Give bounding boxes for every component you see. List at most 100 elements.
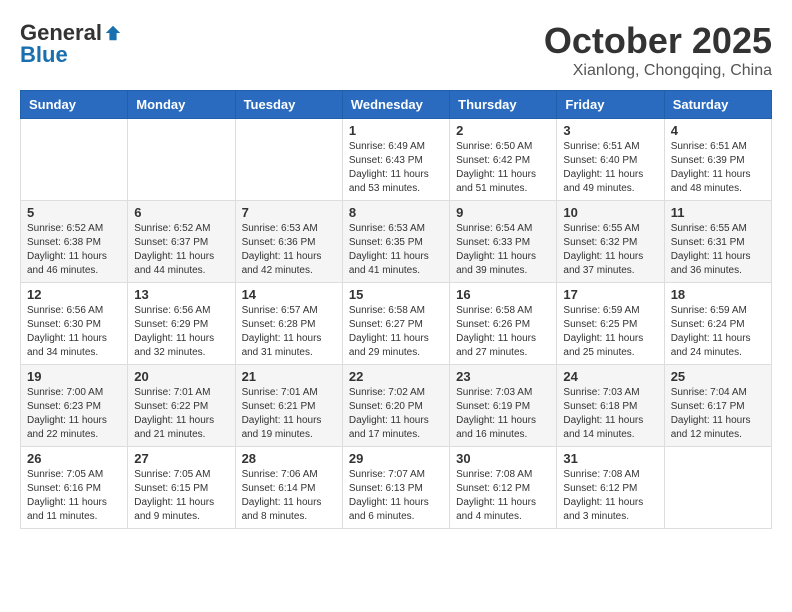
weekday-header-cell: Thursday: [450, 91, 557, 119]
day-info: Sunrise: 7:01 AM Sunset: 6:21 PM Dayligh…: [242, 386, 336, 442]
calendar-day-cell: 24 Sunrise: 7:03 AM Sunset: 6:18 PM Dayli…: [557, 365, 664, 447]
weekday-header-cell: Friday: [557, 91, 664, 119]
calendar-body: 1 Sunrise: 6:49 AM Sunset: 6:43 PM Daylig…: [21, 119, 772, 529]
day-info: Sunrise: 6:51 AM Sunset: 6:40 PM Dayligh…: [563, 140, 657, 196]
day-info: Sunrise: 6:59 AM Sunset: 6:24 PM Dayligh…: [671, 304, 765, 360]
day-number: 31: [563, 451, 657, 466]
day-info: Sunrise: 6:53 AM Sunset: 6:36 PM Dayligh…: [242, 222, 336, 278]
day-info: Sunrise: 6:56 AM Sunset: 6:30 PM Dayligh…: [27, 304, 121, 360]
day-info: Sunrise: 7:03 AM Sunset: 6:18 PM Dayligh…: [563, 386, 657, 442]
day-info: Sunrise: 6:57 AM Sunset: 6:28 PM Dayligh…: [242, 304, 336, 360]
day-number: 4: [671, 123, 765, 138]
day-info: Sunrise: 6:58 AM Sunset: 6:27 PM Dayligh…: [349, 304, 443, 360]
calendar-day-cell: 5Sunrise: 6:52 AM Sunset: 6:38 PM Daylig…: [21, 201, 128, 283]
calendar-day-cell: 17 Sunrise: 6:59 AM Sunset: 6:25 PM Dayli…: [557, 283, 664, 365]
day-number: 3: [563, 123, 657, 138]
calendar-day-cell: 20Sunrise: 7:01 AM Sunset: 6:22 PM Dayli…: [128, 365, 235, 447]
day-info: Sunrise: 6:59 AM Sunset: 6:25 PM Dayligh…: [563, 304, 657, 360]
day-info: Sunrise: 7:05 AM Sunset: 6:16 PM Dayligh…: [27, 468, 121, 524]
calendar-day-cell: 7 Sunrise: 6:53 AM Sunset: 6:36 PM Daylig…: [235, 201, 342, 283]
day-info: Sunrise: 6:55 AM Sunset: 6:31 PM Dayligh…: [671, 222, 765, 278]
day-info: Sunrise: 7:08 AM Sunset: 6:12 PM Dayligh…: [456, 468, 550, 524]
calendar-day-cell: [235, 119, 342, 201]
day-info: Sunrise: 7:04 AM Sunset: 6:17 PM Dayligh…: [671, 386, 765, 442]
day-number: 20: [134, 369, 228, 384]
calendar-day-cell: 28 Sunrise: 7:06 AM Sunset: 6:14 PM Dayli…: [235, 447, 342, 529]
calendar-day-cell: 23 Sunrise: 7:03 AM Sunset: 6:19 PM Dayli…: [450, 365, 557, 447]
day-number: 7: [242, 205, 336, 220]
day-info: Sunrise: 6:58 AM Sunset: 6:26 PM Dayligh…: [456, 304, 550, 360]
calendar-day-cell: 15Sunrise: 6:58 AM Sunset: 6:27 PM Dayli…: [342, 283, 449, 365]
day-number: 28: [242, 451, 336, 466]
day-number: 1: [349, 123, 443, 138]
weekday-header-cell: Monday: [128, 91, 235, 119]
day-info: Sunrise: 6:50 AM Sunset: 6:42 PM Dayligh…: [456, 140, 550, 196]
calendar-day-cell: 21 Sunrise: 7:01 AM Sunset: 6:21 PM Dayli…: [235, 365, 342, 447]
day-number: 21: [242, 369, 336, 384]
day-info: Sunrise: 6:55 AM Sunset: 6:32 PM Dayligh…: [563, 222, 657, 278]
day-number: 24: [563, 369, 657, 384]
calendar-day-cell: 3 Sunrise: 6:51 AM Sunset: 6:40 PM Daylig…: [557, 119, 664, 201]
day-number: 8: [349, 205, 443, 220]
day-info: Sunrise: 6:52 AM Sunset: 6:38 PM Dayligh…: [27, 222, 121, 278]
day-number: 9: [456, 205, 550, 220]
logo-blue-text: Blue: [20, 42, 68, 68]
day-info: Sunrise: 7:05 AM Sunset: 6:15 PM Dayligh…: [134, 468, 228, 524]
calendar-week-row: 19Sunrise: 7:00 AM Sunset: 6:23 PM Dayli…: [21, 365, 772, 447]
calendar-week-row: 5Sunrise: 6:52 AM Sunset: 6:38 PM Daylig…: [21, 201, 772, 283]
calendar-day-cell: [128, 119, 235, 201]
calendar-day-cell: 19Sunrise: 7:00 AM Sunset: 6:23 PM Dayli…: [21, 365, 128, 447]
weekday-header-row: SundayMondayTuesdayWednesdayThursdayFrid…: [21, 91, 772, 119]
month-title: October 2025: [544, 20, 772, 62]
day-info: Sunrise: 7:07 AM Sunset: 6:13 PM Dayligh…: [349, 468, 443, 524]
calendar-day-cell: 10 Sunrise: 6:55 AM Sunset: 6:32 PM Dayli…: [557, 201, 664, 283]
calendar-day-cell: 9 Sunrise: 6:54 AM Sunset: 6:33 PM Daylig…: [450, 201, 557, 283]
calendar-day-cell: 18Sunrise: 6:59 AM Sunset: 6:24 PM Dayli…: [664, 283, 771, 365]
calendar-table: SundayMondayTuesdayWednesdayThursdayFrid…: [20, 90, 772, 529]
calendar-day-cell: 2Sunrise: 6:50 AM Sunset: 6:42 PM Daylig…: [450, 119, 557, 201]
day-info: Sunrise: 7:03 AM Sunset: 6:19 PM Dayligh…: [456, 386, 550, 442]
day-info: Sunrise: 6:56 AM Sunset: 6:29 PM Dayligh…: [134, 304, 228, 360]
calendar-day-cell: 4 Sunrise: 6:51 AM Sunset: 6:39 PM Daylig…: [664, 119, 771, 201]
day-info: Sunrise: 7:08 AM Sunset: 6:12 PM Dayligh…: [563, 468, 657, 524]
day-number: 6: [134, 205, 228, 220]
day-info: Sunrise: 6:54 AM Sunset: 6:33 PM Dayligh…: [456, 222, 550, 278]
day-number: 27: [134, 451, 228, 466]
calendar-week-row: 12 Sunrise: 6:56 AM Sunset: 6:30 PM Dayli…: [21, 283, 772, 365]
day-number: 10: [563, 205, 657, 220]
calendar-day-cell: 16Sunrise: 6:58 AM Sunset: 6:26 PM Dayli…: [450, 283, 557, 365]
day-number: 12: [27, 287, 121, 302]
page-header: General Blue October 2025 Xianlong, Chon…: [20, 20, 772, 80]
calendar-day-cell: 13 Sunrise: 6:56 AM Sunset: 6:29 PM Dayli…: [128, 283, 235, 365]
day-info: Sunrise: 6:51 AM Sunset: 6:39 PM Dayligh…: [671, 140, 765, 196]
calendar-week-row: 26Sunrise: 7:05 AM Sunset: 6:16 PM Dayli…: [21, 447, 772, 529]
day-number: 13: [134, 287, 228, 302]
day-number: 22: [349, 369, 443, 384]
weekday-header-cell: Wednesday: [342, 91, 449, 119]
day-number: 14: [242, 287, 336, 302]
calendar-day-cell: 22 Sunrise: 7:02 AM Sunset: 6:20 PM Dayli…: [342, 365, 449, 447]
calendar-day-cell: 14 Sunrise: 6:57 AM Sunset: 6:28 PM Dayli…: [235, 283, 342, 365]
calendar-day-cell: 8Sunrise: 6:53 AM Sunset: 6:35 PM Daylig…: [342, 201, 449, 283]
day-number: 17: [563, 287, 657, 302]
calendar-day-cell: 11 Sunrise: 6:55 AM Sunset: 6:31 PM Dayli…: [664, 201, 771, 283]
day-info: Sunrise: 7:06 AM Sunset: 6:14 PM Dayligh…: [242, 468, 336, 524]
calendar-week-row: 1 Sunrise: 6:49 AM Sunset: 6:43 PM Daylig…: [21, 119, 772, 201]
calendar-day-cell: [664, 447, 771, 529]
day-info: Sunrise: 7:02 AM Sunset: 6:20 PM Dayligh…: [349, 386, 443, 442]
day-info: Sunrise: 6:52 AM Sunset: 6:37 PM Dayligh…: [134, 222, 228, 278]
calendar-day-cell: 26Sunrise: 7:05 AM Sunset: 6:16 PM Dayli…: [21, 447, 128, 529]
logo-icon: [104, 24, 122, 42]
weekday-header-cell: Saturday: [664, 91, 771, 119]
calendar-day-cell: 30Sunrise: 7:08 AM Sunset: 6:12 PM Dayli…: [450, 447, 557, 529]
calendar-day-cell: 29Sunrise: 7:07 AM Sunset: 6:13 PM Dayli…: [342, 447, 449, 529]
location-text: Xianlong, Chongqing, China: [544, 62, 772, 80]
calendar-day-cell: 6 Sunrise: 6:52 AM Sunset: 6:37 PM Daylig…: [128, 201, 235, 283]
day-number: 11: [671, 205, 765, 220]
day-info: Sunrise: 6:49 AM Sunset: 6:43 PM Dayligh…: [349, 140, 443, 196]
title-section: October 2025 Xianlong, Chongqing, China: [544, 20, 772, 80]
calendar-day-cell: 12 Sunrise: 6:56 AM Sunset: 6:30 PM Dayli…: [21, 283, 128, 365]
calendar-day-cell: [21, 119, 128, 201]
day-number: 23: [456, 369, 550, 384]
day-number: 25: [671, 369, 765, 384]
